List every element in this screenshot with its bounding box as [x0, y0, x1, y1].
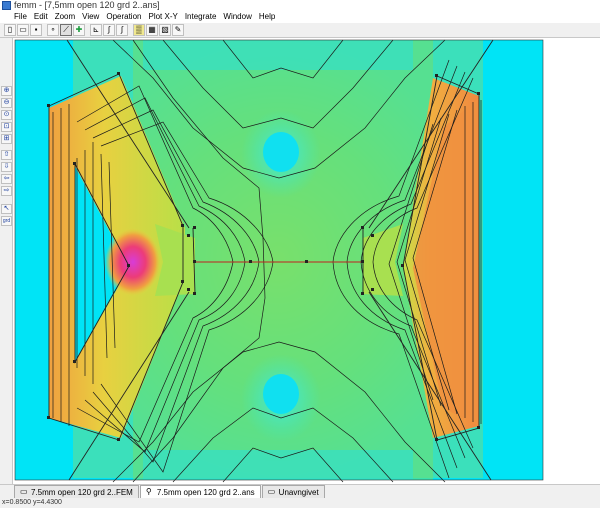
- field-density-plot[interactable]: [13, 38, 600, 484]
- menu-window[interactable]: Window: [223, 11, 251, 23]
- show-grid-icon[interactable]: ▦: [146, 24, 158, 36]
- pan-up-icon[interactable]: ⇧: [1, 150, 12, 160]
- new-file-icon[interactable]: ▯: [4, 24, 16, 36]
- menu-operation[interactable]: Operation: [106, 11, 141, 23]
- menu-view[interactable]: View: [82, 11, 99, 23]
- show-density-icon[interactable]: ▒: [133, 24, 145, 36]
- zoom-window-icon[interactable]: ⊡: [1, 122, 12, 132]
- low-field-blob-top-core: [263, 132, 299, 172]
- pan-right-icon[interactable]: ⇨: [1, 186, 12, 196]
- status-coordinates: x=0.8500 y=4.4300: [2, 499, 62, 506]
- menu-bar: File Edit Zoom View Operation Plot X-Y I…: [0, 11, 600, 23]
- line-integral-icon[interactable]: ∫: [103, 24, 115, 36]
- contour-mode-icon[interactable]: ⟋: [60, 24, 72, 36]
- low-field-blob-bottom-core: [263, 374, 299, 414]
- grid-size-icon[interactable]: grd: [1, 216, 12, 226]
- plot-xy-icon[interactable]: ⊾: [90, 24, 102, 36]
- menu-help[interactable]: Help: [259, 11, 275, 23]
- menu-plot-xy[interactable]: Plot X-Y: [148, 11, 177, 23]
- title-bar: femm - [7,5mm open 120 grd 2..ans]: [0, 0, 600, 11]
- tab-fem-document[interactable]: ▭ 7.5mm open 120 grd 2..FEM: [14, 485, 139, 498]
- zoom-all-icon[interactable]: ⊞: [1, 134, 12, 144]
- menu-zoom[interactable]: Zoom: [55, 11, 75, 23]
- tab-label: Unavngivet: [278, 487, 319, 497]
- document-icon: ▭: [267, 487, 276, 496]
- solution-icon: ⚲: [145, 487, 152, 496]
- left-tip-hotspot: [105, 228, 161, 296]
- pointer-icon[interactable]: ↖: [1, 204, 12, 214]
- tab-label: 7.5mm open 120 grd 2..ans: [156, 487, 255, 497]
- area-mode-icon[interactable]: ✚: [73, 24, 85, 36]
- zoom-out-icon[interactable]: ⊖: [1, 98, 12, 108]
- open-file-icon[interactable]: ▭: [17, 24, 29, 36]
- document-icon: ▭: [20, 487, 28, 496]
- window-title: femm - [7,5mm open 120 grd 2..ans]: [14, 0, 160, 10]
- main-toolbar: ▯ ▭ ▪ ∘ ⟋ ✚ ⊾ ∫ ∫ ▒ ▦ ▧ ✎: [0, 23, 600, 38]
- low-field-bottom-strip: [143, 450, 413, 480]
- tools-icon[interactable]: ✎: [172, 24, 184, 36]
- pan-left-icon[interactable]: ⇦: [1, 174, 12, 184]
- menu-file[interactable]: File: [14, 11, 27, 23]
- zoom-in-icon[interactable]: ⊕: [1, 86, 12, 96]
- tab-unavngivet[interactable]: ▭ Unavngivet: [261, 485, 325, 498]
- tab-label: 7.5mm open 120 grd 2..FEM: [31, 487, 133, 497]
- tab-ans-solution[interactable]: ⚲ 7.5mm open 120 grd 2..ans: [139, 485, 261, 498]
- app-icon: [2, 1, 11, 10]
- view-toolbar: ⊕ ⊖ ⊙ ⊡ ⊞ ⇧ ⇩ ⇦ ⇨ ↖ grd: [0, 38, 13, 484]
- block-integral-icon[interactable]: ∫: [116, 24, 128, 36]
- field-plot-canvas[interactable]: [13, 38, 600, 484]
- low-field-top-strip: [143, 40, 413, 70]
- point-mode-icon[interactable]: ∘: [47, 24, 59, 36]
- mesh-icon[interactable]: ▧: [159, 24, 171, 36]
- zoom-natural-icon[interactable]: ⊙: [1, 110, 12, 120]
- menu-integrate[interactable]: Integrate: [185, 11, 217, 23]
- pan-down-icon[interactable]: ⇩: [1, 162, 12, 172]
- status-bar: x=0.8500 y=4.4300: [0, 498, 600, 508]
- menu-edit[interactable]: Edit: [34, 11, 48, 23]
- document-tabs: ▭ 7.5mm open 120 grd 2..FEM ⚲ 7.5mm open…: [0, 484, 600, 498]
- save-icon[interactable]: ▪: [30, 24, 42, 36]
